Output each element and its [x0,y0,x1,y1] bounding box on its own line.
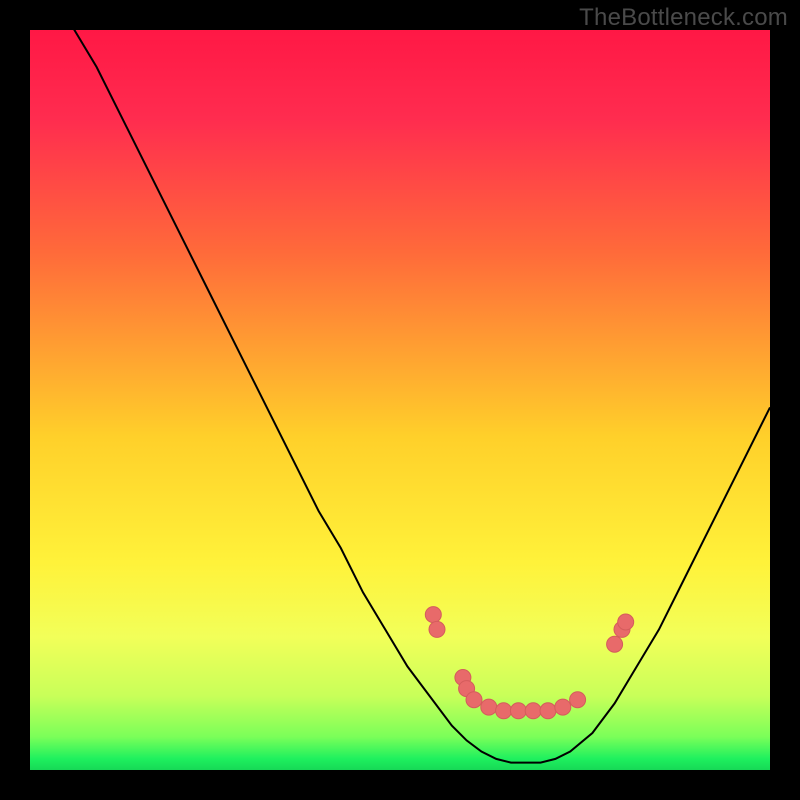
highlight-point [510,703,526,719]
highlight-point [481,699,497,715]
highlight-point [429,621,445,637]
highlight-point [618,614,634,630]
highlight-point [496,703,512,719]
highlight-markers [425,607,633,719]
highlight-point [607,636,623,652]
curve-layer [30,30,770,770]
highlight-point [555,699,571,715]
watermark-text: TheBottleneck.com [579,4,788,32]
highlight-point [570,692,586,708]
highlight-point [466,692,482,708]
chart-frame: TheBottleneck.com [0,0,800,800]
highlight-point [540,703,556,719]
plot-area [30,30,770,770]
highlight-point [425,607,441,623]
bottleneck-curve [30,30,770,763]
highlight-point [525,703,541,719]
